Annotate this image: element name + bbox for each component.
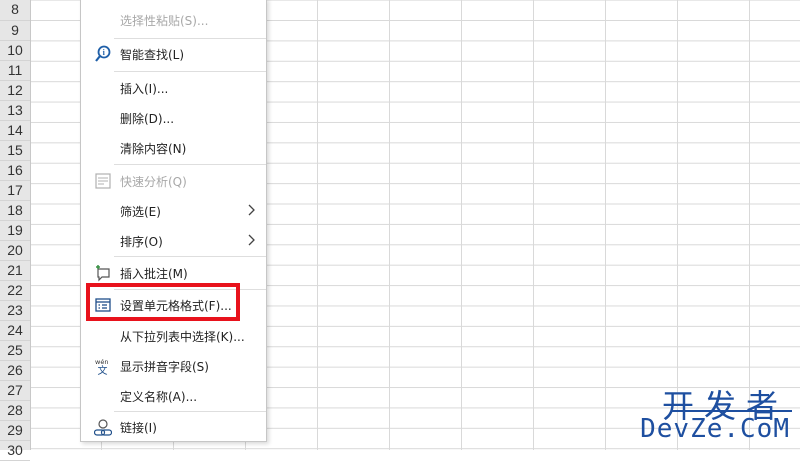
row-headers: 8 9 10 11 12 13 14 15 16 17 18 19 20 21 … <box>0 0 31 461</box>
menu-item-clear-contents[interactable]: 清除内容(N) <box>81 133 266 163</box>
phonetic-icon: wén 文 <box>94 357 112 375</box>
row-header[interactable]: 13 <box>0 101 30 121</box>
row-header[interactable]: 25 <box>0 341 30 361</box>
menu-item-label: 从下拉列表中选择(K)... <box>120 330 245 344</box>
row-header[interactable]: 26 <box>0 361 30 381</box>
menu-item-pick-from-dropdown[interactable]: 从下拉列表中选择(K)... <box>81 321 266 351</box>
comment-icon <box>94 264 112 282</box>
menu-separator <box>114 71 266 72</box>
menu-item-label: 插入批注(M) <box>120 267 188 281</box>
menu-item-label: 插入(I)... <box>120 82 169 96</box>
menu-item-show-phonetic[interactable]: wén 文 显示拼音字段(S) <box>81 351 266 381</box>
row-header[interactable]: 29 <box>0 421 30 441</box>
watermark-en: DevZe.CoM <box>640 414 790 444</box>
menu-item-label: 链接(I) <box>120 421 157 435</box>
context-menu: 选择性粘贴(S)... i 智能查找(L) 插入(I)... 删除(D)... … <box>80 0 267 442</box>
link-icon <box>94 418 112 436</box>
row-header[interactable]: 30 <box>0 441 30 461</box>
menu-item-quick-analysis[interactable]: 快速分析(Q) <box>81 166 266 196</box>
menu-item-label: 定义名称(A)... <box>120 390 198 404</box>
row-header[interactable]: 28 <box>0 401 30 421</box>
row-header[interactable]: 16 <box>0 161 30 181</box>
row-header[interactable]: 18 <box>0 201 30 221</box>
menu-item-label: 显示拼音字段(S) <box>120 360 209 374</box>
menu-separator <box>114 164 266 165</box>
menu-item-label: 智能查找(L) <box>120 48 185 62</box>
menu-separator <box>114 256 266 257</box>
menu-item-insert[interactable]: 插入(I)... <box>81 73 266 103</box>
menu-item-paste-special[interactable]: 选择性粘贴(S)... <box>81 5 266 35</box>
quick-analysis-icon <box>94 172 112 190</box>
row-header[interactable]: 22 <box>0 281 30 301</box>
menu-item-label: 删除(D)... <box>120 112 175 126</box>
menu-item-smart-lookup[interactable]: i 智能查找(L) <box>81 39 266 69</box>
row-header[interactable]: 21 <box>0 261 30 281</box>
menu-item-label: 排序(O) <box>120 235 163 249</box>
menu-item-delete[interactable]: 删除(D)... <box>81 103 266 133</box>
menu-item-label: 清除内容(N) <box>120 142 187 156</box>
row-header[interactable]: 11 <box>0 61 30 81</box>
row-header[interactable]: 19 <box>0 221 30 241</box>
row-header[interactable]: 15 <box>0 141 30 161</box>
menu-item-filter[interactable]: 筛选(E) <box>81 196 266 226</box>
menu-item-label: 选择性粘贴(S)... <box>120 14 209 28</box>
row-header[interactable]: 27 <box>0 381 30 401</box>
chevron-right-icon <box>246 232 258 248</box>
svg-text:wén: wén <box>95 358 108 366</box>
watermark-divider <box>672 410 792 412</box>
chevron-right-icon <box>246 202 258 218</box>
row-header[interactable]: 24 <box>0 321 30 341</box>
menu-item-link[interactable]: 链接(I) <box>81 412 266 442</box>
row-header[interactable]: 9 <box>0 21 30 41</box>
menu-item-sort[interactable]: 排序(O) <box>81 226 266 256</box>
menu-item-label: 筛选(E) <box>120 205 161 219</box>
row-header[interactable]: 20 <box>0 241 30 261</box>
row-header[interactable]: 12 <box>0 81 30 101</box>
svg-text:文: 文 <box>98 364 108 375</box>
row-header[interactable]: 10 <box>0 41 30 61</box>
watermark: 开发者 DevZe.CoM <box>636 381 796 446</box>
menu-item-define-name[interactable]: 定义名称(A)... <box>81 381 266 411</box>
smart-lookup-icon: i <box>94 45 112 63</box>
row-header[interactable]: 8 <box>0 0 30 21</box>
svg-text:i: i <box>103 48 106 57</box>
row-header[interactable]: 14 <box>0 121 30 141</box>
row-header[interactable]: 23 <box>0 301 30 321</box>
highlight-box <box>86 283 240 321</box>
menu-item-label: 快速分析(Q) <box>120 175 187 189</box>
row-header[interactable]: 17 <box>0 181 30 201</box>
